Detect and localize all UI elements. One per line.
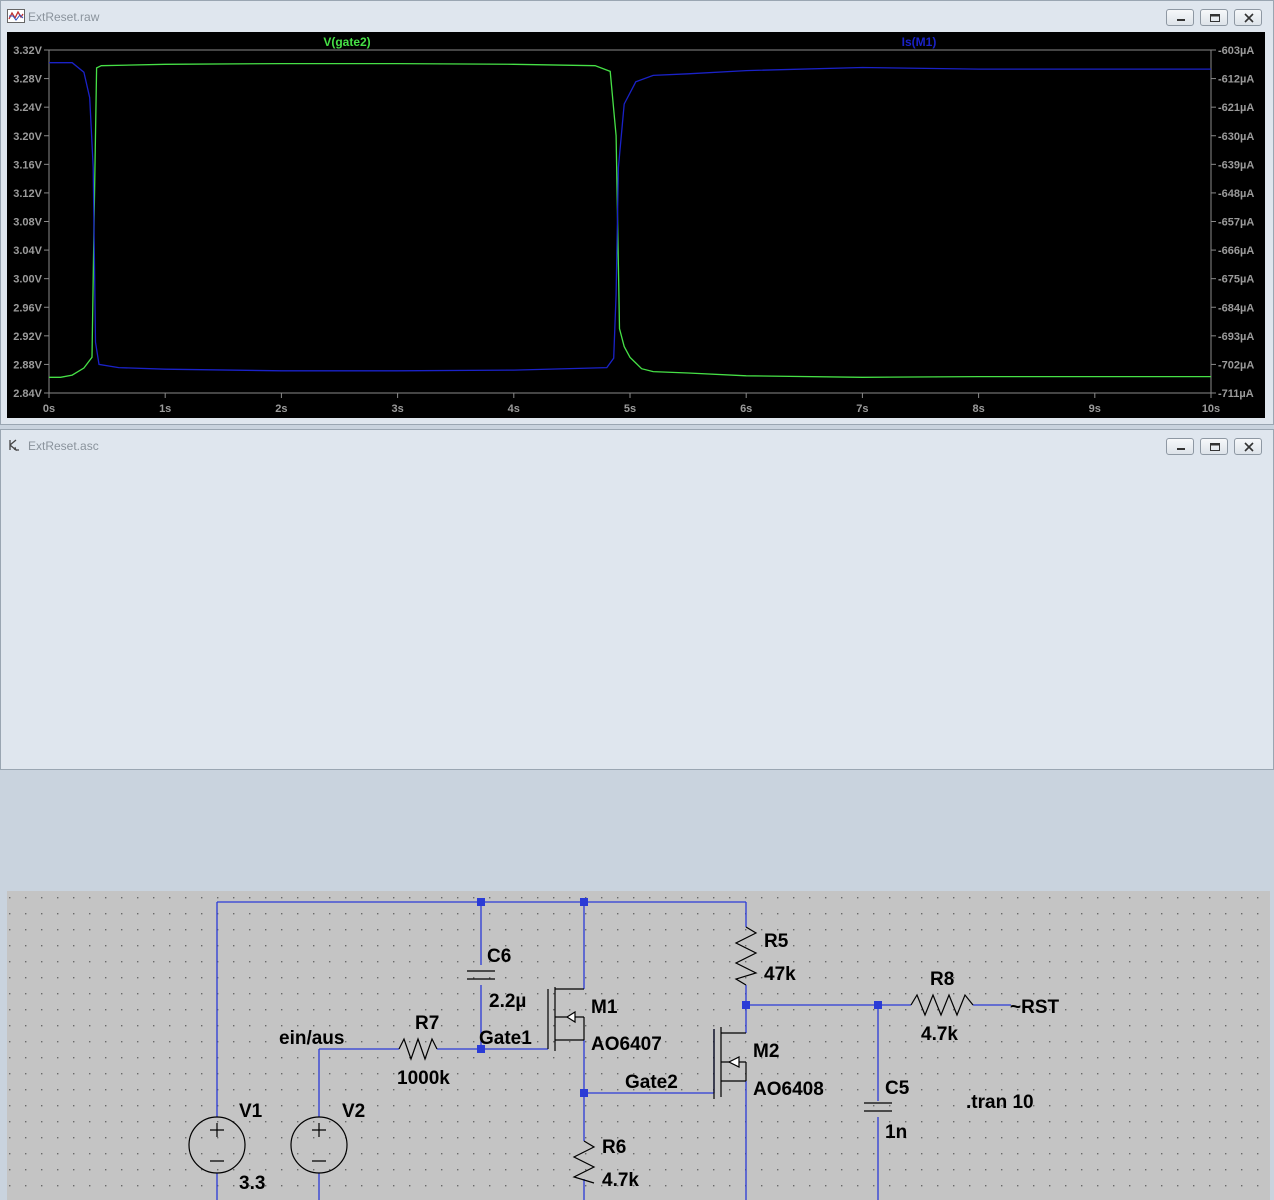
- y-left-tick-label: 3.12V: [13, 188, 42, 200]
- minimize-icon: [1177, 19, 1185, 21]
- x-tick-label: 3s: [391, 403, 403, 415]
- y-right-tick-label: -621µA: [1218, 102, 1254, 114]
- y-left-tick-label: 3.28V: [13, 74, 42, 86]
- waveform-plot-area[interactable]: 0s 1s 2s 3s 4s 5s 6s 7s 8s 9s 10s 3.32V 3.28V 3.24V 3.…: [7, 32, 1265, 418]
- y-right-tick-label: -666µA: [1218, 245, 1254, 257]
- r7-value: 1000k: [397, 1068, 450, 1089]
- schematic-titlebar[interactable]: ExtReset.asc: [1, 430, 1273, 462]
- r7-ref: R7: [415, 1013, 439, 1034]
- schematic-close-button[interactable]: [1234, 438, 1262, 455]
- r8-value: 4.7k: [921, 1024, 958, 1045]
- y-right-tick-label: -639µA: [1218, 159, 1254, 171]
- x-tick-label: 4s: [508, 403, 520, 415]
- y-left-tick-label: 3.08V: [13, 217, 42, 229]
- minimize-button[interactable]: [1166, 9, 1194, 26]
- x-tick-label: 7s: [856, 403, 868, 415]
- schematic-minimize-button[interactable]: [1166, 438, 1194, 455]
- c5-value: 1n: [885, 1122, 907, 1143]
- waveform-window: ExtReset.raw 0s 1s 2s 3s 4s 5s 6s 7s 8s 9s 10s 3.32…: [0, 0, 1274, 425]
- x-tick-label: 0s: [43, 403, 55, 415]
- r5-ref: R5: [764, 931, 789, 952]
- m1-value: AO6407: [591, 1034, 662, 1055]
- r6-ref: R6: [602, 1137, 626, 1158]
- series-line-1: [49, 62, 1211, 378]
- schematic-app-icon: [9, 439, 19, 451]
- plot-frame: [48, 49, 1212, 394]
- y-right-tick-label: -711µA: [1218, 388, 1254, 400]
- y-left-tick-label: 2.88V: [13, 359, 42, 371]
- restore-button[interactable]: [1200, 9, 1228, 26]
- r8-ref: R8: [930, 969, 954, 990]
- waveform-chart[interactable]: 0s 1s 2s 3s 4s 5s 6s 7s 8s 9s 10s 3.32V 3.28V 3.24V 3.…: [7, 32, 1265, 418]
- y-left-tick-label: 3.20V: [13, 131, 42, 143]
- y-left-tick-label: 3.16V: [13, 159, 42, 171]
- schematic-restore-button[interactable]: [1200, 438, 1228, 455]
- y-left-tick-label: 3.04V: [13, 245, 42, 257]
- y-right-tick-label: -603µA: [1218, 45, 1254, 57]
- x-tick-label: 6s: [740, 403, 752, 415]
- net-label-gate1: Gate1: [479, 1028, 532, 1049]
- y-right-tick-label: -702µA: [1218, 359, 1254, 371]
- m1-ref: M1: [591, 997, 618, 1018]
- spice-directive: .tran 10: [966, 1092, 1034, 1113]
- close-icon: [1244, 442, 1254, 452]
- c6-value: 2.2µ: [489, 991, 526, 1012]
- y-left-tick-label: 2.92V: [13, 331, 42, 343]
- y-left-tick-label: 3.32V: [13, 45, 42, 57]
- minimize-icon: [1177, 448, 1185, 450]
- y-right-tick-label: -684µA: [1218, 302, 1254, 314]
- legend-label-2: Is(M1): [902, 35, 937, 49]
- x-tick-label: 8s: [972, 403, 984, 415]
- v1-value: 3.3: [239, 1173, 265, 1194]
- r5-value: 47k: [764, 964, 796, 985]
- series-line-2: [49, 62, 1211, 372]
- x-tick-label: 2s: [275, 403, 287, 415]
- schematic-drawing[interactable]: V1 3.3 V2 R7 1000k C6 2.2µ M1 AO6407 R5 …: [7, 891, 1270, 1200]
- legend-label-1: V(gate2): [323, 35, 370, 49]
- net-label-gate2: Gate2: [625, 1072, 678, 1093]
- schematic-canvas[interactable]: V1 3.3 V2 R7 1000k C6 2.2µ M1 AO6407 R5 …: [7, 891, 1270, 1200]
- waveform-app-icon: [7, 9, 25, 23]
- y-right-tick-label: -693µA: [1218, 331, 1254, 343]
- r6-value: 4.7k: [602, 1170, 639, 1191]
- schematic-window: ExtReset.asc V1 3.3 V2 R7 1000k C6 2.2µ …: [0, 429, 1274, 1200]
- c5-ref: C5: [885, 1078, 910, 1099]
- schematic-window-title: ExtReset.asc: [28, 439, 99, 453]
- m2-value: AO6408: [753, 1079, 824, 1100]
- y-left-tick-label: 3.24V: [13, 102, 42, 114]
- close-button[interactable]: [1234, 9, 1262, 26]
- restore-icon: [1210, 443, 1220, 451]
- y-left-tick-label: 2.84V: [13, 388, 42, 400]
- y-right-tick-label: -657µA: [1218, 217, 1254, 229]
- y-left-tick-label: 2.96V: [13, 302, 42, 314]
- x-tick-label: 10s: [1202, 403, 1220, 415]
- v2-ref: V2: [342, 1101, 365, 1122]
- waveform-window-title: ExtReset.raw: [28, 10, 100, 24]
- y-left-tick-label: 3.00V: [13, 274, 42, 286]
- v1-ref: V1: [239, 1101, 263, 1122]
- y-right-tick-label: -648µA: [1218, 188, 1254, 200]
- close-icon: [1244, 13, 1254, 23]
- y-right-tick-label: -630µA: [1218, 131, 1254, 143]
- c6-ref: C6: [487, 946, 511, 967]
- x-tick-label: 9s: [1089, 403, 1101, 415]
- restore-icon: [1210, 14, 1220, 22]
- x-tick-label: 5s: [624, 403, 636, 415]
- net-label-input: ein/aus: [279, 1028, 344, 1049]
- net-label-reset: ~RST: [1010, 997, 1059, 1018]
- waveform-titlebar[interactable]: ExtReset.raw: [1, 1, 1273, 33]
- y-right-tick-label: -612µA: [1218, 74, 1254, 86]
- m2-ref: M2: [753, 1041, 779, 1062]
- x-tick-label: 1s: [159, 403, 171, 415]
- y-right-tick-label: -675µA: [1218, 274, 1254, 286]
